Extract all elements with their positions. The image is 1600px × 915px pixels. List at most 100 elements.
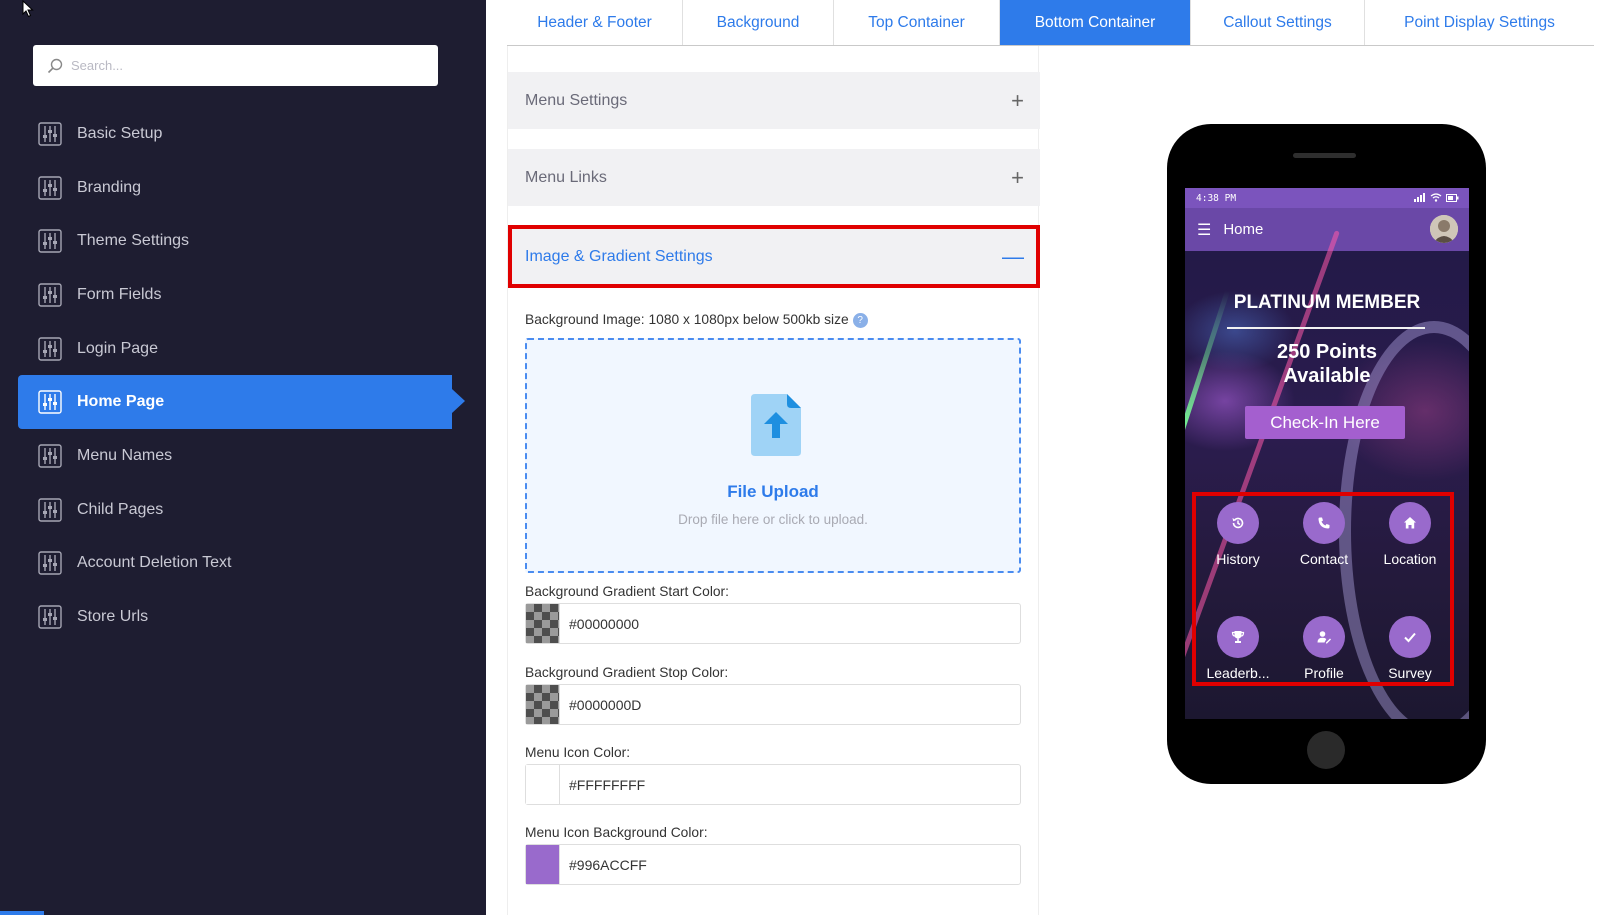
- signal-icon: [1414, 193, 1425, 202]
- tile-label: Location: [1383, 551, 1437, 567]
- help-icon[interactable]: ?: [852, 312, 868, 328]
- sliders-icon: [38, 229, 62, 253]
- member-tier-title: PLATINUM MEMBER: [1233, 292, 1421, 313]
- sidebar-item-child-pages[interactable]: Child Pages: [0, 483, 486, 537]
- gradient-start-color-input[interactable]: [569, 615, 989, 632]
- tile-label: Leaderb...: [1206, 665, 1270, 681]
- menu-tile-location[interactable]: Location: [1370, 502, 1450, 567]
- expand-icon: +: [1011, 164, 1024, 190]
- sliders-icon: [38, 551, 62, 576]
- menu-icon-bg-color-field[interactable]: [525, 844, 1021, 885]
- tab-top-container[interactable]: Top Container: [834, 0, 1000, 45]
- sidebar-item-label: Form Fields: [77, 285, 162, 303]
- menu-tile-contact[interactable]: Contact: [1284, 502, 1364, 567]
- tab-background[interactable]: Background: [683, 0, 834, 45]
- accordion-menu-settings[interactable]: Menu Settings +: [508, 72, 1040, 129]
- menu-icon-grid: History Contact Location Leaderb... Prof…: [1192, 492, 1454, 686]
- sliders-icon: [38, 175, 62, 200]
- sidebar-item-form-fields[interactable]: Form Fields: [0, 268, 486, 322]
- file-upload-dropzone[interactable]: File Upload Drop file here or click to u…: [525, 338, 1021, 573]
- points-available: 250 Points Available: [1276, 341, 1378, 387]
- accordion-title: Menu Links: [525, 168, 607, 186]
- gradient-stop-color-field[interactable]: [525, 684, 1021, 725]
- menu-icon-bg-color-input[interactable]: [569, 856, 989, 873]
- divider: [1227, 327, 1425, 329]
- bg-image-label: Background Image: 1080 x 1080px below 50…: [525, 312, 868, 328]
- sidebar-item-account-deletion-text[interactable]: Account Deletion Text: [0, 537, 486, 591]
- status-time: 4:38 PM: [1196, 192, 1237, 204]
- menu-tile-profile[interactable]: Profile: [1284, 616, 1364, 681]
- menu-icon-color-input[interactable]: [569, 776, 989, 793]
- sidebar-item-label: Account Deletion Text: [77, 554, 232, 572]
- search-box[interactable]: [33, 45, 438, 86]
- avatar[interactable]: [1430, 215, 1458, 243]
- menu-icon-color-field[interactable]: [525, 764, 1021, 805]
- menu-tile-leaderboard[interactable]: Leaderb...: [1198, 616, 1278, 681]
- gradient-stop-label: Background Gradient Stop Color:: [525, 665, 729, 680]
- phone-status-bar: 4:38 PM: [1185, 188, 1469, 208]
- loading-indicator: [0, 911, 44, 915]
- tab-bottom-container[interactable]: Bottom Container: [1000, 0, 1191, 45]
- settings-panel: Menu Settings + Menu Links + Image & Gra…: [507, 46, 1040, 915]
- sidebar-item-label: Store Urls: [77, 608, 149, 626]
- tile-label: Contact: [1299, 551, 1349, 567]
- hamburger-menu-icon[interactable]: ☰: [1197, 220, 1211, 240]
- phone-icon: [1303, 502, 1345, 544]
- sidebar-item-label: Child Pages: [77, 500, 164, 518]
- home-icon: [1389, 502, 1431, 544]
- gradient-start-label: Background Gradient Start Color:: [525, 584, 729, 599]
- sidebar-item-label: Home Page: [77, 393, 165, 411]
- tab-point-display-settings[interactable]: Point Display Settings: [1365, 0, 1594, 45]
- upload-title: File Upload: [727, 482, 819, 501]
- sliders-icon: [38, 497, 62, 522]
- sliders-icon: [38, 390, 62, 414]
- phone-app-bar: ☰ Home: [1185, 208, 1469, 251]
- color-swatch[interactable]: [526, 845, 560, 884]
- color-swatch[interactable]: [526, 765, 560, 804]
- sidebar: Basic Setup Branding Theme Settings Form…: [0, 0, 486, 915]
- sidebar-item-label: Theme Settings: [77, 232, 190, 250]
- menu-tile-history[interactable]: History: [1198, 502, 1278, 567]
- search-input[interactable]: [71, 58, 411, 73]
- color-swatch[interactable]: [526, 685, 560, 724]
- sidebar-item-home-page[interactable]: Home Page: [18, 375, 465, 430]
- menu-icon-bg-label: Menu Icon Background Color:: [525, 825, 708, 840]
- phone-screen: 4:38 PM ☰ Home PLATINUM MEMBER 250 Point…: [1185, 188, 1469, 719]
- app-root: Basic Setup Branding Theme Settings Form…: [0, 0, 1600, 915]
- sidebar-item-theme-settings[interactable]: Theme Settings: [0, 214, 486, 268]
- color-swatch[interactable]: [526, 604, 560, 643]
- tab-bar: Header & Footer Background Top Container…: [507, 0, 1594, 46]
- wifi-icon: [1430, 193, 1442, 202]
- phone-home-button[interactable]: [1307, 731, 1345, 769]
- file-upload-icon: [751, 394, 801, 456]
- collapse-icon: —: [1002, 243, 1024, 269]
- phone-preview: 4:38 PM ☰ Home PLATINUM MEMBER 250 Point…: [1167, 124, 1486, 784]
- sliders-icon: [38, 444, 62, 468]
- sidebar-item-menu-names[interactable]: Menu Names: [0, 429, 486, 483]
- menu-tile-survey[interactable]: Survey: [1370, 616, 1450, 681]
- profile-icon: [1303, 616, 1345, 658]
- history-icon: [1217, 502, 1259, 544]
- check-icon: [1389, 616, 1431, 658]
- search-icon: [47, 58, 63, 73]
- sidebar-item-branding[interactable]: Branding: [0, 161, 486, 215]
- sidebar-item-store-urls[interactable]: Store Urls: [0, 590, 486, 644]
- menu-icon-color-label: Menu Icon Color:: [525, 745, 631, 760]
- sidebar-item-label: Menu Names: [77, 446, 173, 464]
- expand-icon: +: [1011, 87, 1024, 113]
- sidebar-item-basic-setup[interactable]: Basic Setup: [0, 107, 486, 161]
- sidebar-item-label: Basic Setup: [77, 124, 163, 142]
- accordion-menu-links[interactable]: Menu Links +: [508, 149, 1040, 206]
- phone-speaker: [1293, 153, 1356, 158]
- gradient-stop-color-input[interactable]: [569, 696, 989, 713]
- sidebar-nav: Basic Setup Branding Theme Settings Form…: [0, 107, 486, 644]
- tab-callout-settings[interactable]: Callout Settings: [1191, 0, 1365, 45]
- gradient-start-color-field[interactable]: [525, 603, 1021, 644]
- sliders-icon: [38, 605, 62, 629]
- sidebar-item-login-page[interactable]: Login Page: [0, 322, 486, 376]
- sidebar-item-label: Branding: [77, 178, 142, 196]
- tab-header-footer[interactable]: Header & Footer: [507, 0, 683, 45]
- upload-hint: Drop file here or click to upload.: [678, 512, 868, 527]
- accordion-image-gradient-settings[interactable]: Image & Gradient Settings —: [508, 225, 1040, 288]
- check-in-button[interactable]: Check-In Here: [1245, 406, 1405, 439]
